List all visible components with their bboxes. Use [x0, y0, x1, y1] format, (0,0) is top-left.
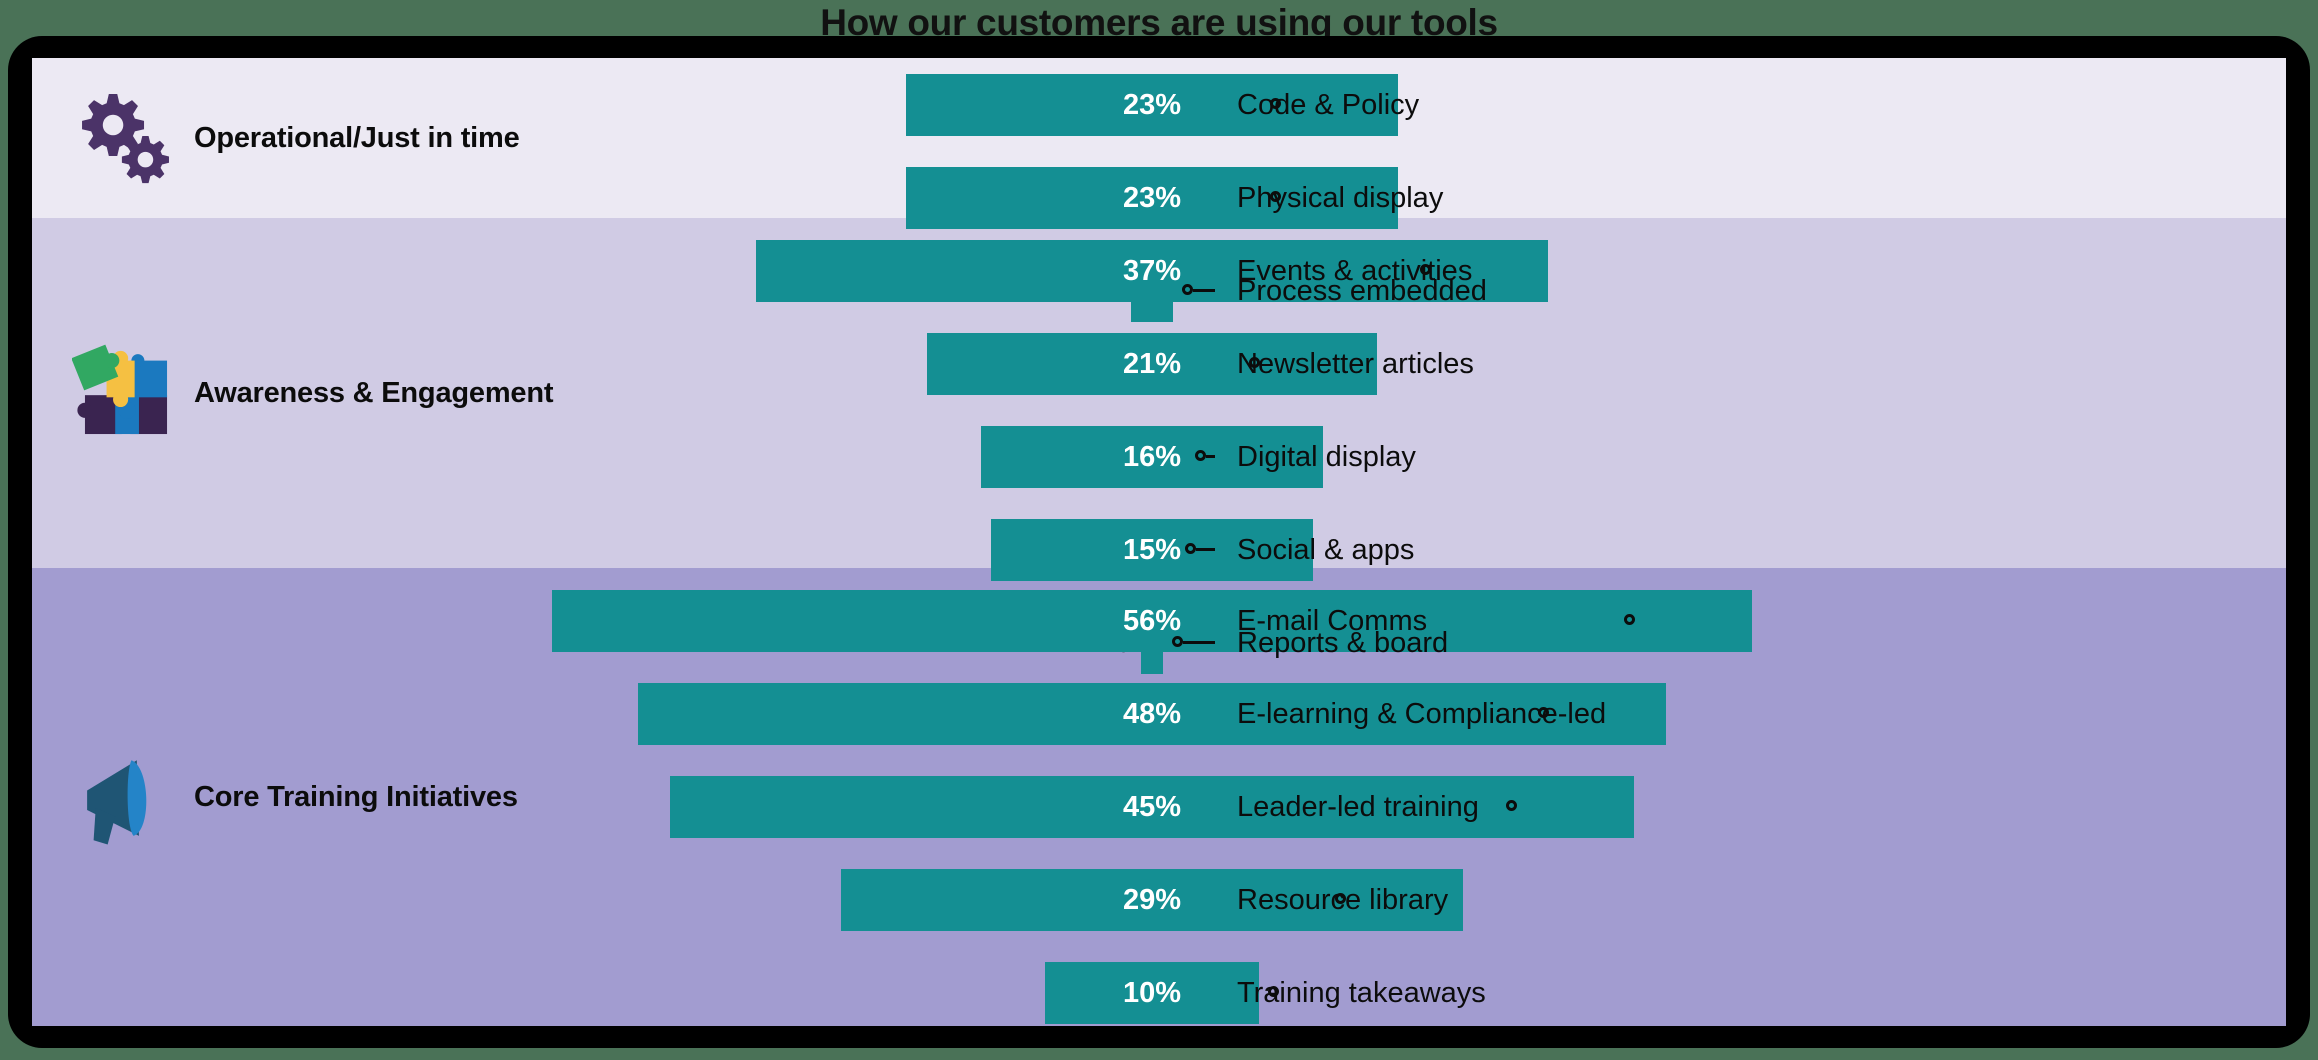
category-label-core-training-1: E-learning & Compliance-led — [1237, 698, 1607, 730]
leader-line-group — [32, 426, 2286, 488]
leader-line-awareness-2 — [1206, 455, 1215, 458]
category-label-core-training-3: Resource library — [1237, 884, 1449, 916]
leader-line-group — [32, 74, 2286, 136]
category-label-awareness-3: Social & apps — [1237, 534, 1415, 566]
leader-line-group — [32, 962, 2286, 1024]
leader-dot-awareness-2 — [1195, 450, 1207, 461]
category-label-core-training-4: Training takeaways — [1237, 977, 1486, 1009]
leader-dot-core-training-0 — [1623, 614, 1635, 625]
leader-line-group — [32, 519, 2286, 581]
category-label-awareness-1: Newsletter articles — [1237, 348, 1474, 380]
leader-line-group — [32, 240, 2286, 302]
category-label-awareness-2: Digital display — [1237, 441, 1416, 473]
leader-line-awareness-3 — [1195, 548, 1215, 551]
chart-frame: Operational/Just in time 23% Code & Policy… — [8, 36, 2310, 1048]
category-label-core-training-0: E-mail Comms — [1237, 605, 1428, 637]
leader-line-group — [32, 167, 2286, 229]
leader-line-group — [32, 590, 2286, 652]
leader-line-group — [32, 869, 2286, 931]
leader-line-group — [32, 333, 2286, 395]
category-label-awareness-0: Events & activities — [1237, 255, 1473, 287]
category-label-operational-1: Physical display — [1237, 182, 1444, 214]
leader-dot-awareness-3 — [1184, 543, 1196, 554]
leader-line-group — [32, 683, 2286, 745]
category-label-core-training-2: Leader-led training — [1237, 791, 1479, 823]
leader-line-group — [32, 776, 2286, 838]
leader-dot-core-training-2 — [1505, 800, 1517, 811]
category-label-operational-0: Code & Policy — [1237, 89, 1420, 121]
funnel-chart-plot-area: Operational/Just in time 23% Code & Policy… — [32, 58, 2286, 1026]
